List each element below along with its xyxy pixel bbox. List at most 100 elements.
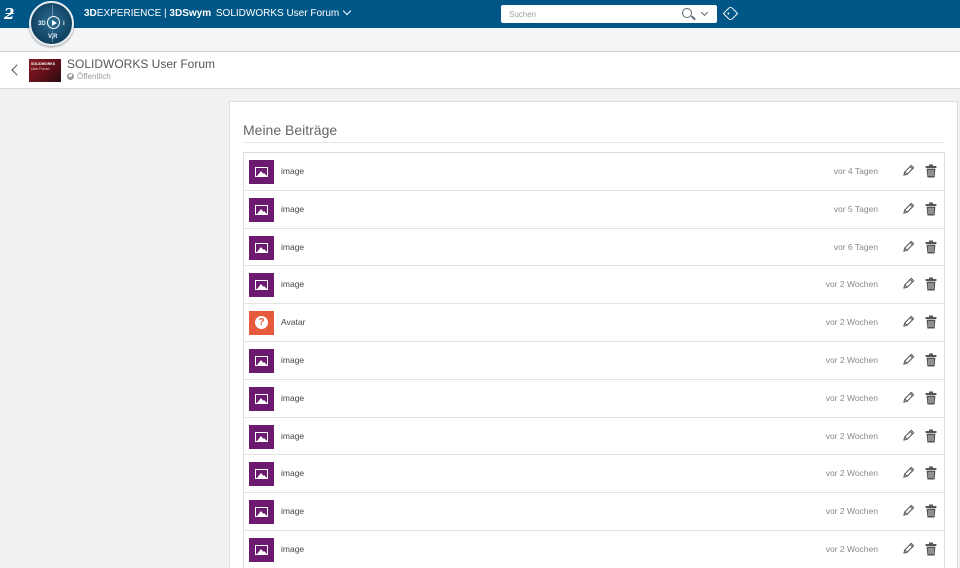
pencil-icon[interactable] [902,504,915,517]
compass-icon[interactable]: 3D i V,R [29,1,74,46]
image-glyph [255,280,268,291]
post-timestamp: vor 2 Wochen [825,430,878,441]
list-item[interactable]: image vor 2 Wochen [244,455,944,494]
search-options-chevron-icon[interactable] [700,8,709,17]
thumb-line1: SOLIDWORKS [31,62,56,66]
image-glyph [255,544,268,555]
image-glyph [255,469,268,480]
list-item[interactable]: image vor 2 Wochen [244,380,944,418]
post-title[interactable]: image [281,166,304,176]
post-title[interactable]: image [281,506,304,516]
pencil-icon[interactable] [902,353,915,366]
post-timestamp: vor 2 Wochen [825,392,878,403]
globe-icon [67,73,74,80]
compass-label-info: i [63,21,65,27]
chevron-down-icon[interactable] [343,6,352,16]
list-item[interactable]: image vor 4 Tagen [244,153,944,191]
list-item[interactable]: image vor 5 Tagen [244,191,944,229]
brand-experience: EXPERIENCE [96,8,162,19]
title-divider [243,142,945,143]
pencil-icon[interactable] [902,391,915,404]
trash-icon[interactable] [925,504,937,518]
image-icon[interactable] [249,537,274,562]
list-item[interactable]: image vor 2 Wochen [244,531,944,568]
trash-icon[interactable] [925,164,937,178]
ds-logo-icon[interactable]: ƻ [4,5,26,23]
community-name[interactable]: SOLIDWORKS User Forum [67,57,215,71]
trash-icon[interactable] [925,542,937,556]
pencil-icon[interactable] [902,429,915,442]
post-title[interactable]: image [281,544,304,554]
question-icon[interactable]: ? [249,311,274,336]
image-icon[interactable] [249,500,274,525]
app-name: 3DSwym [169,8,212,19]
search-icon[interactable] [682,8,692,18]
tag-icon[interactable] [722,5,739,22]
post-timestamp: vor 2 Wochen [825,468,878,479]
pencil-icon[interactable] [902,164,915,177]
post-title[interactable]: image [281,431,304,441]
list-item[interactable]: image vor 2 Wochen [244,266,944,305]
image-icon[interactable] [249,160,274,184]
post-title[interactable]: image [281,279,304,289]
image-glyph [255,242,268,253]
post-timestamp: vor 5 Tagen [833,203,878,214]
post-timestamp: vor 2 Wochen [825,354,878,365]
post-title[interactable]: Avatar [281,317,305,327]
trash-icon[interactable] [925,466,937,480]
compass-label-3d: 3D [38,21,46,27]
post-title[interactable]: image [281,393,304,403]
chevron-left-icon[interactable] [11,64,23,76]
pencil-icon[interactable] [902,315,915,328]
post-timestamp: vor 4 Tagen [833,166,878,176]
trash-icon[interactable] [925,391,937,405]
visibility-label: Öffentlich [77,72,111,81]
image-icon[interactable] [249,197,274,222]
trash-icon[interactable] [925,315,937,329]
list-item[interactable]: ? Avatar vor 2 Wochen [244,304,944,342]
post-title[interactable]: image [281,355,304,365]
community-thumbnail[interactable]: SOLIDWORKS User Forum [29,59,61,82]
context-name[interactable]: SOLIDWORKS User Forum [216,8,339,19]
post-title[interactable]: image [281,468,304,478]
question-mark-glyph: ? [255,316,268,330]
my-posts-card: Meine Beiträge image vor 4 Tagen image vor … [229,101,958,568]
image-glyph [255,431,268,442]
compass-play-icon [47,16,60,29]
post-list: image vor 4 Tagen image vor 5 Tagen image vor… [243,152,945,568]
post-title[interactable]: image [281,242,304,252]
image-glyph [255,507,268,518]
community-header: SOLIDWORKS User Forum SOLIDWORKS User Fo… [0,52,960,89]
list-item[interactable]: image vor 2 Wochen [244,418,944,456]
pencil-icon[interactable] [902,466,915,479]
pencil-icon[interactable] [902,240,915,253]
image-icon[interactable] [249,462,274,487]
brand-3d: 3D [84,8,97,19]
image-icon[interactable] [249,424,274,449]
pencil-icon[interactable] [902,542,915,555]
post-timestamp: vor 6 Tagen [833,241,878,252]
trash-icon[interactable] [925,202,937,216]
post-timestamp: vor 2 Wochen [825,543,878,554]
image-glyph [255,355,268,366]
trash-icon[interactable] [925,240,937,254]
list-item[interactable]: image vor 2 Wochen [244,342,944,380]
list-item[interactable]: image vor 2 Wochen [244,493,944,531]
page-title: Meine Beiträge [243,122,338,138]
image-glyph [255,167,268,177]
list-item[interactable]: image vor 6 Tagen [244,229,944,267]
image-icon[interactable] [249,273,274,298]
image-glyph [255,393,268,404]
post-title[interactable]: image [281,204,304,214]
pencil-icon[interactable] [902,202,915,215]
pencil-icon[interactable] [902,277,915,290]
post-timestamp: vor 2 Wochen [825,279,878,290]
image-icon[interactable] [249,235,274,260]
app-brand[interactable]: 3DEXPERIENCE | 3DSwym SOLIDWORKS User Fo… [84,6,352,20]
trash-icon[interactable] [925,353,937,367]
image-icon[interactable] [249,348,274,373]
image-icon[interactable] [249,386,274,411]
trash-icon[interactable] [925,429,937,443]
trash-icon[interactable] [925,277,937,291]
search-input[interactable] [501,5,671,23]
